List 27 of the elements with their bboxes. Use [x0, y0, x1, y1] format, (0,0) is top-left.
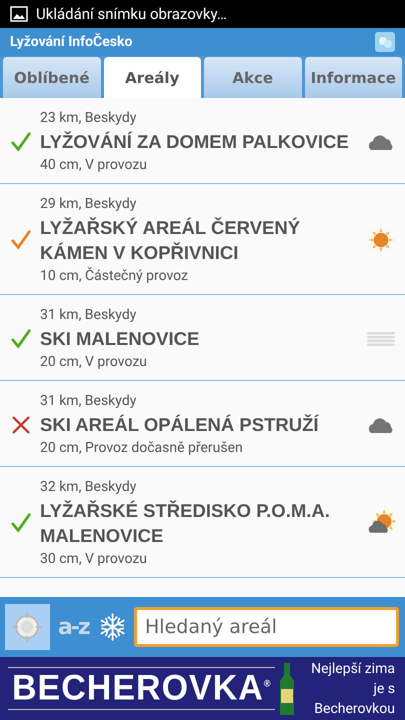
snow-status-text: 10 cm, Částečný provoz [40, 268, 190, 284]
resort-name[interactable]: LYŽOVÁNÍ ZA DOMEM PALKOVICE [40, 129, 357, 154]
tab[interactable]: Areály [104, 57, 201, 98]
snow-status-text: 40 cm, V provozu [40, 157, 148, 173]
notification-text: Ukládání snímku obrazovky… [36, 5, 227, 23]
distance-text: 29 km, Beskydy [40, 196, 138, 212]
brand-logo[interactable]: BECHEROVKA$^{®}$ [8, 666, 276, 710]
resort-name[interactable]: SKI MALENOVICE [40, 326, 357, 351]
tab[interactable]: Oblíbené [3, 57, 100, 98]
distance-text: 32 km, Beskydy [40, 479, 138, 495]
distance-text: 31 km, Beskydy [40, 307, 138, 323]
resort-name[interactable]: SKI AREÁL OPÁLENÁ PSTRUŽÍ [40, 412, 357, 437]
tab[interactable]: Informace [304, 57, 402, 98]
snow-status-text: 20 cm, V provozu [40, 354, 148, 370]
ad-slogan: Nejlepší zima je s Becherovkou [310, 660, 395, 718]
resort-name[interactable]: LYŽAŘSKÝ AREÁL ČERVENÝ KÁMEN V KOPŘIVNICI [40, 215, 357, 265]
resort-name[interactable]: LYŽAŘSKÉ STŘEDISKO P.O.M.A. MALENOVICE [40, 498, 357, 548]
distance-text: 23 km, Beskydy [40, 110, 138, 126]
snow-status-text: 30 cm, V provozu [40, 551, 148, 567]
snow-status-text: 20 cm, Provoz dočasně přerušen [40, 440, 244, 456]
app-icon[interactable] [375, 32, 395, 52]
location-button[interactable] [5, 604, 50, 650]
distance-text: 31 km, Beskydy [40, 393, 138, 409]
search-field[interactable]: Hledaný areál [134, 607, 399, 647]
picture-icon [10, 6, 28, 22]
app-title: Lyžování InfoČesko [10, 34, 132, 50]
tab[interactable]: Akce [204, 57, 302, 98]
